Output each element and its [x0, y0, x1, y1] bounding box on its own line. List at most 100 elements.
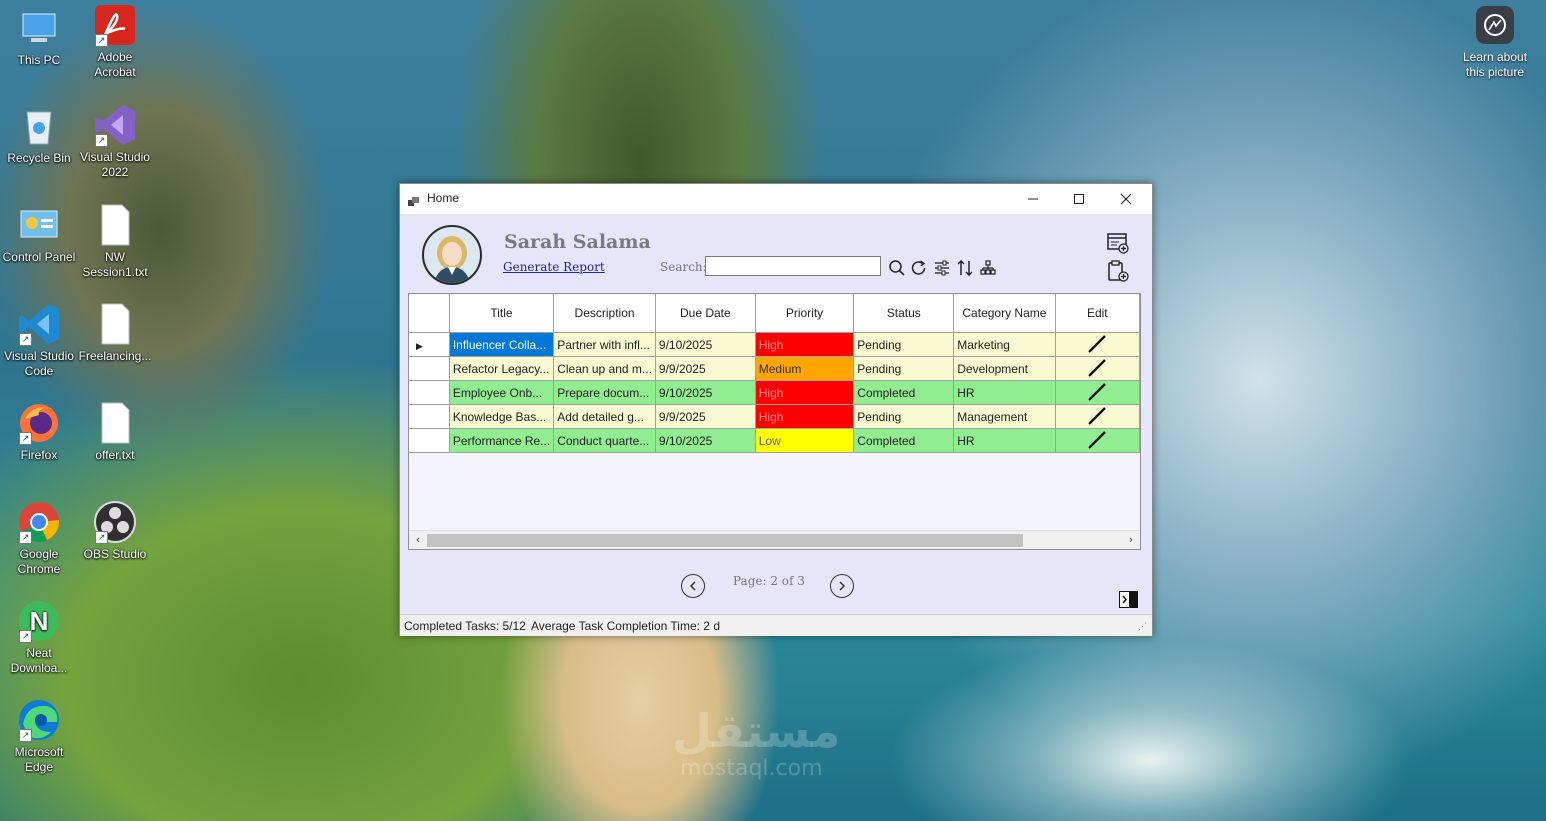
desktop-icon-recycle-bin[interactable]: Recycle Bin: [2, 104, 76, 166]
row-header[interactable]: [409, 380, 450, 405]
shortcut-arrow-icon: ↗: [19, 333, 32, 346]
window-content: Sarah Salama Generate Report Search: Tit…: [400, 214, 1152, 636]
cell-status[interactable]: Completed: [853, 428, 955, 453]
learn-about-picture[interactable]: Learn about this picture: [1455, 6, 1535, 80]
cell-priority[interactable]: High: [755, 404, 855, 429]
cell-title[interactable]: Employee Onb...: [449, 380, 555, 405]
pencil-icon[interactable]: [1086, 381, 1108, 401]
search-input[interactable]: [705, 256, 881, 276]
desktop-icon-adobe-acrobat[interactable]: ↗ Adobe Acrobat: [78, 3, 152, 80]
cell-status[interactable]: Pending: [853, 332, 955, 357]
cell-category[interactable]: Marketing: [953, 332, 1056, 357]
resize-grip-icon[interactable]: ⋰: [1138, 621, 1147, 632]
scroll-right-icon[interactable]: ›: [1124, 533, 1138, 547]
add-category-icon[interactable]: [1107, 260, 1129, 282]
cell-category[interactable]: Development: [953, 356, 1056, 381]
desktop-icon-nw-session[interactable]: NW Session1.txt: [78, 203, 152, 280]
cell-title[interactable]: Refactor Legacy...: [449, 356, 555, 381]
desktop-icon-obs[interactable]: ↗ OBS Studio: [78, 500, 152, 562]
row-header[interactable]: [409, 428, 450, 453]
generate-report-link[interactable]: Generate Report: [503, 260, 605, 274]
cell-category[interactable]: HR: [953, 428, 1056, 453]
edit-cell[interactable]: [1055, 332, 1140, 357]
column-header-category[interactable]: Category Name: [953, 294, 1056, 333]
pencil-icon[interactable]: [1086, 333, 1108, 353]
cell-title[interactable]: Knowledge Bas...: [449, 404, 555, 429]
row-header[interactable]: [409, 356, 450, 381]
desktop-icon-freelancing[interactable]: Freelancing...: [78, 302, 152, 364]
next-page-button[interactable]: [830, 574, 854, 598]
scrollbar-thumb[interactable]: [427, 534, 1023, 547]
edit-cell[interactable]: [1055, 428, 1140, 453]
row-header[interactable]: [409, 404, 450, 429]
sort-icon[interactable]: [955, 258, 975, 278]
desktop-icon-chrome[interactable]: ↗ Google Chrome: [2, 500, 76, 577]
cell-due-date[interactable]: 9/9/2025: [655, 356, 756, 381]
desktop-icon-neat-download[interactable]: N ↗ Neat Downloa...: [2, 599, 76, 676]
cell-title[interactable]: Performance Re...: [449, 428, 555, 453]
maximize-button[interactable]: [1056, 184, 1102, 214]
column-header-status[interactable]: Status: [853, 294, 955, 333]
column-header-description[interactable]: Description: [553, 294, 656, 333]
cell-due-date[interactable]: 9/9/2025: [655, 404, 756, 429]
cell-due-date[interactable]: 9/10/2025: [655, 332, 756, 357]
table-row[interactable]: Performance Re... Conduct quarte... 9/10…: [409, 428, 1140, 453]
scroll-left-icon[interactable]: ‹: [411, 533, 425, 547]
cell-due-date[interactable]: 9/10/2025: [655, 428, 756, 453]
cell-priority[interactable]: Medium: [755, 356, 855, 381]
column-header-title[interactable]: Title: [449, 294, 555, 333]
edit-cell[interactable]: [1055, 404, 1140, 429]
search-icon[interactable]: [887, 258, 907, 278]
title-bar[interactable]: Home: [400, 184, 1152, 214]
desktop-icon-edge[interactable]: ↗ Microsoft Edge: [2, 698, 76, 775]
edit-cell[interactable]: [1055, 380, 1140, 405]
pencil-icon[interactable]: [1086, 405, 1108, 425]
cell-category[interactable]: Management: [953, 404, 1056, 429]
cell-due-date[interactable]: 9/10/2025: [655, 380, 756, 405]
table-row[interactable]: Refactor Legacy... Clean up and m... 9/9…: [409, 356, 1140, 381]
cell-description[interactable]: Prepare docum...: [553, 380, 656, 405]
edit-cell[interactable]: [1055, 356, 1140, 381]
cell-description[interactable]: Partner with infl...: [553, 332, 656, 357]
cell-description[interactable]: Conduct quarte...: [553, 428, 656, 453]
current-row-arrow-icon: ▶: [416, 340, 423, 351]
column-header-priority[interactable]: Priority: [755, 294, 855, 333]
desktop-icon-control-panel[interactable]: Control Panel: [2, 203, 76, 265]
cell-description[interactable]: Add detailed g...: [553, 404, 656, 429]
add-task-icon[interactable]: [1107, 232, 1129, 254]
table-row[interactable]: ▶ Influencer Colla... Partner with infl.…: [409, 332, 1140, 357]
refresh-icon[interactable]: [909, 258, 929, 278]
desktop-icon-visual-studio[interactable]: ↗ Visual Studio 2022: [78, 103, 152, 180]
table-row[interactable]: Knowledge Bas... Add detailed g... 9/9/2…: [409, 404, 1140, 429]
desktop-icon-this-pc[interactable]: This PC: [2, 6, 76, 68]
column-header-due-date[interactable]: Due Date: [655, 294, 756, 333]
cell-priority[interactable]: High: [755, 380, 855, 405]
cell-status[interactable]: Pending: [853, 404, 955, 429]
cell-status[interactable]: Pending: [853, 356, 955, 381]
previous-page-button[interactable]: [681, 574, 705, 598]
cell-priority[interactable]: High: [755, 332, 855, 357]
text-file-icon: [93, 302, 137, 346]
column-header-edit[interactable]: Edit: [1055, 294, 1140, 333]
filter-icon[interactable]: [932, 258, 952, 278]
pencil-icon[interactable]: [1086, 429, 1108, 449]
desktop-icon-offer[interactable]: offer.txt: [78, 401, 152, 463]
close-button[interactable]: [1103, 184, 1149, 214]
desktop-icon-firefox[interactable]: ↗ Firefox: [2, 401, 76, 463]
desktop-icon-label: NW Session1.txt: [82, 250, 148, 279]
row-header-current[interactable]: ▶: [409, 332, 450, 357]
cell-description[interactable]: Clean up and m...: [553, 356, 656, 381]
firefox-icon: ↗: [17, 401, 61, 445]
desktop-icon-vscode[interactable]: ↗ Visual Studio Code: [2, 302, 76, 379]
minimize-button[interactable]: [1010, 184, 1056, 214]
cell-status[interactable]: Completed: [853, 380, 955, 405]
horizontal-scrollbar[interactable]: ‹ ›: [409, 530, 1140, 549]
cell-title[interactable]: Influencer Colla...: [449, 332, 555, 357]
cell-priority[interactable]: Low: [755, 428, 855, 453]
pencil-icon[interactable]: [1086, 357, 1108, 377]
edge-icon: ↗: [17, 698, 61, 742]
hierarchy-icon[interactable]: [978, 258, 998, 278]
collapse-panel-icon[interactable]: [1119, 591, 1138, 608]
cell-category[interactable]: HR: [953, 380, 1056, 405]
table-row[interactable]: Employee Onb... Prepare docum... 9/10/20…: [409, 380, 1140, 405]
